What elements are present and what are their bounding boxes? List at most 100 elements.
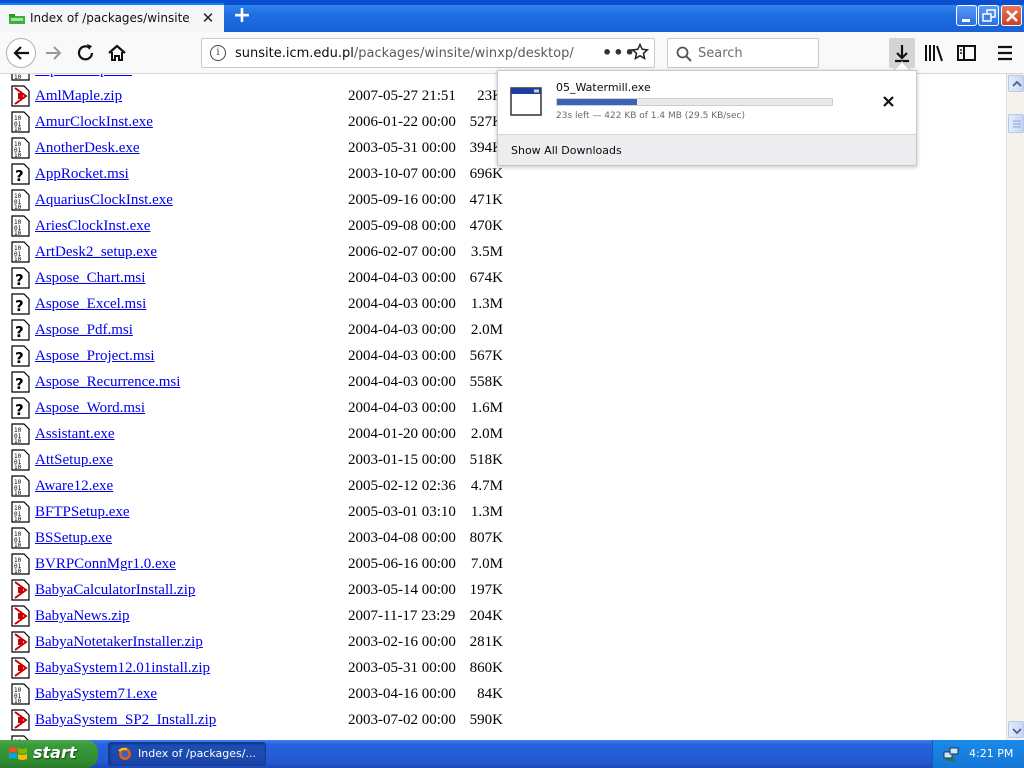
file-link[interactable]: AlpineLoop.exe (35, 74, 132, 80)
network-icon[interactable] (943, 746, 959, 762)
binary-file-icon: 100110 (11, 137, 30, 159)
listing-row: 10 01 10 ArtDesk2_setup.exe 2006-02-07 00:00… (0, 240, 1006, 266)
cancel-download-icon[interactable] (881, 94, 896, 109)
show-all-downloads-button[interactable]: Show All Downloads (498, 134, 916, 165)
file-link[interactable]: Aspose_Recurrence.msi (35, 372, 180, 392)
start-button[interactable]: start (0, 740, 98, 768)
file-size: 281K (469, 634, 503, 650)
bookmark-star-icon[interactable] (631, 43, 649, 61)
url-host: sunsite.icm.edu.pl (235, 46, 354, 61)
file-link[interactable]: Aspose_Chart.msi (35, 268, 145, 288)
file-link[interactable]: Assistant.exe (35, 424, 115, 444)
restore-icon (982, 9, 996, 22)
file-link[interactable]: BabyaNews.zip (35, 606, 130, 626)
search-icon (676, 46, 692, 62)
file-modified-date: 2003-02-16 00:00 (348, 634, 456, 650)
svg-text:10: 10 (14, 516, 22, 523)
file-modified-date: 2003-01-15 00:00 (348, 452, 456, 468)
file-link[interactable]: AnotherDesk.exe (35, 138, 140, 158)
file-modified-date: 2005-03-01 03:10 (348, 504, 456, 520)
close-window-button[interactable] (1001, 5, 1022, 26)
forward-button[interactable] (39, 38, 69, 68)
binary-file-icon: 100110 (11, 241, 30, 263)
file-size: 518K (469, 452, 503, 468)
binary-file-icon: 100110 (11, 74, 30, 81)
tab-close-icon[interactable]: ✕ (200, 9, 216, 27)
listing-row: ? Aspose_Chart.msi 2004-04-03 00:00 674K (0, 266, 1006, 292)
listing-row: 10 01 10 Aware12.exe 2005-02-12 02:36 4.7M (0, 474, 1006, 500)
file-link[interactable]: BabyaSystem71.exe (35, 684, 157, 704)
reload-button[interactable] (71, 38, 101, 68)
restore-button[interactable] (978, 5, 999, 26)
scroll-up-button[interactable] (1008, 75, 1024, 92)
tab-active[interactable]: Index of /packages/winsite/winxp ✕ (0, 3, 224, 32)
listing-row: 10 01 10 BVRPConnMgr1.0.exe 2005-06-16 00:00… (0, 552, 1006, 578)
taskbar-window-button[interactable]: Index of /packages/... (108, 742, 266, 766)
file-link[interactable]: BabyaNotetakerInstaller.zip (35, 632, 203, 652)
minimize-button[interactable] (956, 5, 977, 26)
file-link[interactable]: BFTPSetup.exe (35, 502, 130, 522)
file-modified-date: 2004-04-03 00:00 (348, 322, 456, 338)
file-link[interactable]: Aspose_Word.msi (35, 398, 145, 418)
file-link[interactable]: Aspose_Pdf.msi (35, 320, 133, 340)
download-item[interactable]: 05_Watermill.exe 23s left — 422 KB of 1.… (498, 71, 916, 134)
compressed-file-icon (11, 709, 30, 731)
file-link[interactable]: BabyaCalculatorInstall.zip (35, 580, 195, 600)
file-link[interactable]: Aware12.exe (35, 476, 113, 496)
file-modified-date: 2005-09-16 00:00 (348, 192, 456, 208)
file-modified-date: 2006-02-07 00:00 (348, 244, 456, 260)
file-link[interactable]: AttSetup.exe (35, 450, 113, 470)
folder-favicon-icon (9, 14, 25, 24)
library-button[interactable] (922, 42, 946, 64)
listing-row: BabyaSystem_SP2_Install.zip 2003-07-02 00… (0, 708, 1006, 734)
scroll-thumb[interactable] (1008, 114, 1024, 133)
vertical-scrollbar[interactable] (1006, 74, 1024, 740)
back-button[interactable] (6, 38, 36, 68)
compressed-file-icon (11, 605, 30, 627)
back-icon (13, 46, 29, 60)
binary-file-icon: 100110 (11, 553, 30, 575)
file-link[interactable]: ArtDesk2_setup.exe (35, 242, 157, 262)
info-icon[interactable]: i (210, 45, 226, 61)
file-link[interactable]: BSSetup.exe (35, 528, 112, 548)
search-bar[interactable]: Search (667, 38, 819, 68)
address-bar[interactable]: i sunsite.icm.edu.pl/packages/winsite/wi… (201, 38, 655, 68)
new-tab-button[interactable]: + (232, 5, 252, 27)
svg-text:?: ? (15, 167, 24, 185)
home-icon (108, 44, 126, 61)
file-modified-date: 2005-09-08 00:00 (348, 218, 456, 234)
file-link[interactable]: AmlMaple.zip (35, 86, 122, 106)
file-link[interactable]: AriesClockInst.exe (35, 216, 150, 236)
file-size: 470K (469, 218, 503, 234)
file-link[interactable]: Aspose_Project.msi (35, 346, 155, 366)
file-size: 674K (469, 270, 503, 286)
compressed-file-icon (11, 631, 30, 653)
file-link[interactable]: AquariusClockInst.exe (35, 190, 173, 210)
file-modified-date: 2005-06-16 00:00 (348, 556, 456, 572)
file-link[interactable]: BabyaSystem_SP2_Install.zip (35, 710, 216, 730)
menu-button[interactable] (993, 42, 1017, 64)
sidebar-button[interactable] (955, 42, 979, 64)
file-link[interactable]: BabyaSystem12.01install.zip (35, 658, 210, 678)
binary-file-icon: 100110 (11, 189, 30, 211)
file-link[interactable]: BVRPConnMgr1.0.exe (35, 554, 176, 574)
compressed-file-icon (11, 85, 30, 107)
show-all-downloads-label: Show All Downloads (511, 144, 622, 157)
download-filename: 05_Watermill.exe (556, 81, 651, 94)
compressed-file-icon (11, 579, 30, 601)
file-link[interactable]: AmurClockInst.exe (35, 112, 153, 132)
listing-row: BabyaNews.zip 2007-11-17 23:29 204K (0, 604, 1006, 630)
unknown-file-icon: ? (11, 397, 30, 419)
svg-text:10: 10 (14, 230, 22, 237)
file-link[interactable]: AppRocket.msi (35, 164, 129, 184)
scroll-down-button[interactable] (1008, 721, 1024, 738)
file-size: 2.0M (470, 426, 503, 442)
taskbar: start Index of /packages/... 4:21 PM (0, 740, 1024, 768)
listing-row: BabyaNotetakerInstaller.zip 2003-02-16 00… (0, 630, 1006, 656)
listing-row: ? Aspose_Recurrence.msi 2004-04-03 00:00 55… (0, 370, 1006, 396)
url-text[interactable]: sunsite.icm.edu.pl/packages/winsite/winx… (235, 46, 574, 61)
file-link[interactable]: Aspose_Excel.msi (35, 294, 146, 314)
clock: 4:21 PM (969, 747, 1014, 760)
svg-text:10: 10 (14, 74, 22, 81)
home-button[interactable] (102, 38, 132, 68)
